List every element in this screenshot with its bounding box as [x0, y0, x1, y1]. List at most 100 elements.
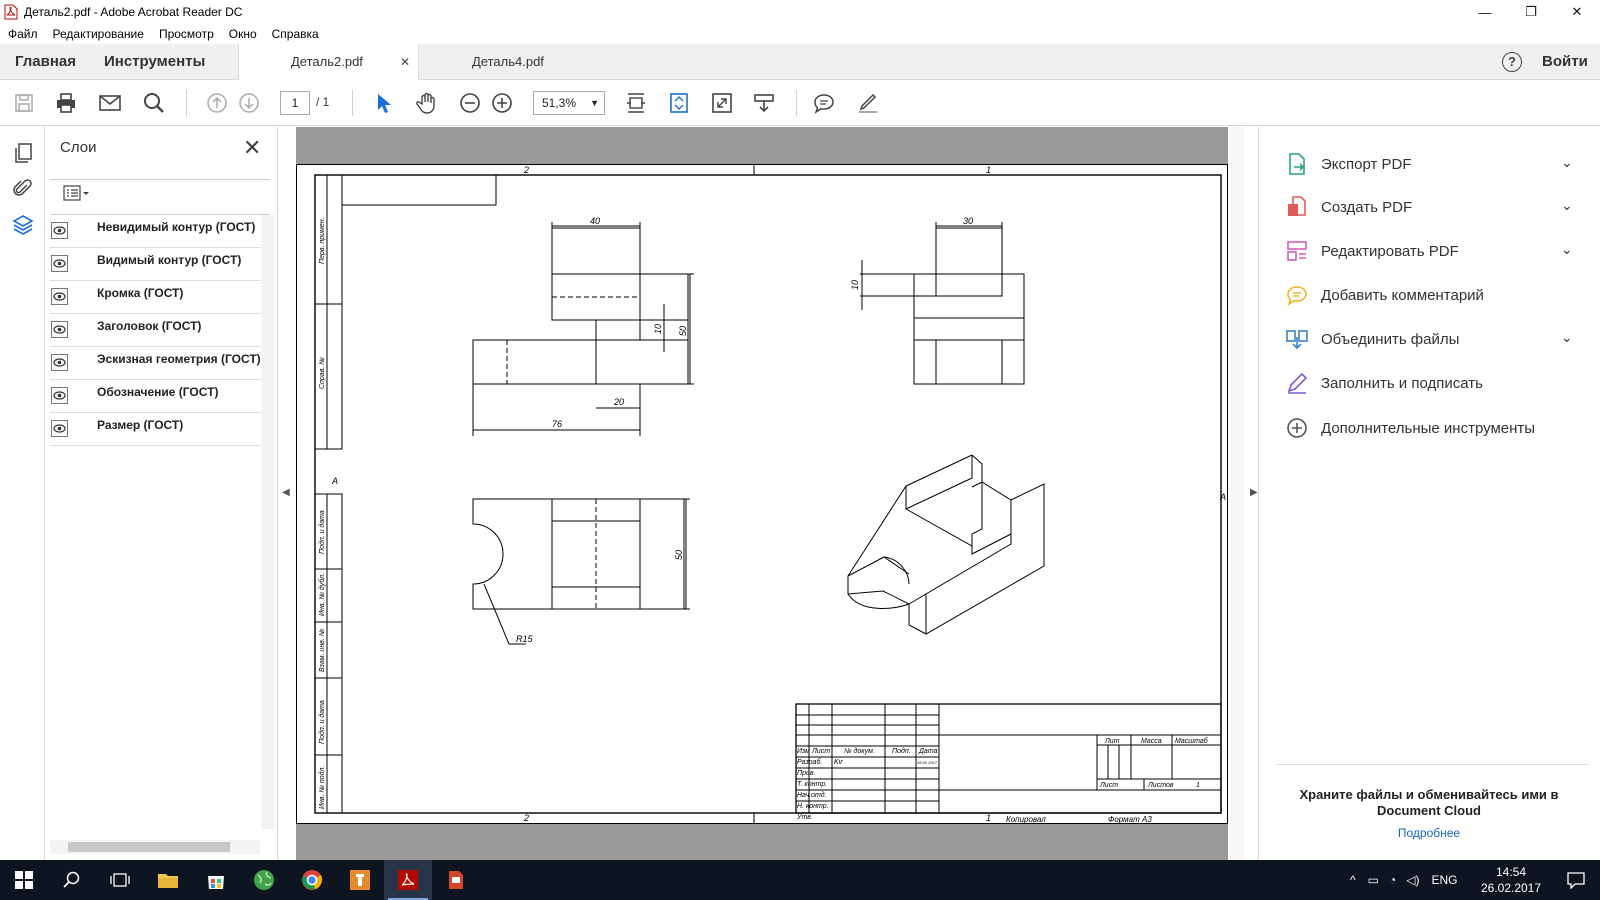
restore-button[interactable]: ❐: [1508, 0, 1554, 24]
zoom-out-icon[interactable]: [458, 91, 482, 115]
nav-tools[interactable]: Инструменты: [104, 44, 205, 80]
zoom-in-icon[interactable]: [490, 91, 514, 115]
document-vertical-scrollbar[interactable]: [1230, 127, 1244, 860]
nav-home[interactable]: Главная: [15, 44, 76, 80]
doc-tab-active[interactable]: Деталь2.pdf ✕: [238, 44, 419, 81]
full-screen-icon[interactable]: [710, 91, 734, 115]
title-block-header: Лист: [811, 748, 830, 755]
layer-item[interactable]: Размер (ГОСТ): [50, 413, 261, 446]
page-number-input[interactable]: 1: [280, 91, 310, 115]
eye-icon[interactable]: [51, 255, 68, 272]
file-explorer-icon[interactable]: [144, 860, 192, 900]
globe-icon[interactable]: [240, 860, 288, 900]
chevron-up-icon[interactable]: ^: [1350, 873, 1356, 887]
layers-icon[interactable]: [11, 213, 35, 237]
collapse-left-pane-icon[interactable]: ◀: [282, 487, 290, 498]
next-page-icon[interactable]: [237, 91, 261, 115]
read-mode-icon[interactable]: [752, 91, 776, 115]
language-indicator[interactable]: ENG: [1431, 873, 1457, 887]
eye-icon[interactable]: [51, 387, 68, 404]
scroll-mode-icon[interactable]: [624, 91, 648, 115]
kompas-icon[interactable]: [336, 860, 384, 900]
close-icon[interactable]: ✕: [243, 135, 261, 161]
layer-name: Кромка (ГОСТ): [97, 286, 184, 300]
collapse-right-pane-icon[interactable]: ▶: [1250, 487, 1258, 498]
windows-start-icon[interactable]: [0, 860, 48, 900]
acrobat-reader-icon[interactable]: [384, 860, 432, 900]
layer-options-icon[interactable]: [63, 183, 93, 203]
close-tab-icon[interactable]: ✕: [400, 44, 410, 80]
search-icon[interactable]: [48, 860, 96, 900]
tool-more-tools[interactable]: Дополнительные инструменты: [1259, 408, 1600, 448]
save-icon[interactable]: [12, 91, 36, 115]
menu-help[interactable]: Справка: [272, 27, 319, 41]
attachments-icon[interactable]: [11, 177, 35, 201]
layer-name: Невидимый контур (ГОСТ): [97, 220, 256, 234]
zone-label: А: [1219, 492, 1226, 502]
dimension-label: R15: [516, 634, 534, 644]
layer-item[interactable]: Эскизная геометрия (ГОСТ): [50, 347, 261, 380]
toolbar: 1 / 1 51,3% ▼: [0, 80, 1600, 126]
highlight-pen-icon[interactable]: [856, 91, 880, 115]
tool-create-pdf[interactable]: Создать PDF ⌄: [1259, 187, 1600, 227]
fit-page-icon[interactable]: [667, 91, 691, 115]
minimize-button[interactable]: —: [1462, 0, 1508, 24]
chevron-down-icon[interactable]: ⌄: [1561, 154, 1573, 171]
battery-icon[interactable]: ▭: [1368, 873, 1379, 887]
chrome-icon[interactable]: [288, 860, 336, 900]
tray-icons[interactable]: ^ ▭ ◔ ◁) ENG: [1350, 860, 1457, 900]
taskbar-clock[interactable]: 14:54 26.02.2017: [1476, 864, 1546, 896]
layer-item[interactable]: Невидимый контур (ГОСТ): [50, 215, 261, 248]
chevron-down-icon[interactable]: ⌄: [1561, 197, 1573, 214]
copied-label: Копировал: [1006, 815, 1046, 824]
hand-tool-icon[interactable]: [415, 91, 439, 115]
tool-combine-files[interactable]: Объединить файлы ⌄: [1259, 319, 1600, 359]
previous-page-icon[interactable]: [205, 91, 229, 115]
search-icon[interactable]: [142, 91, 166, 115]
layer-list: Невидимый контур (ГОСТ) Видимый контур (…: [50, 215, 261, 446]
store-icon[interactable]: [192, 860, 240, 900]
chevron-down-icon[interactable]: ⌄: [1561, 329, 1573, 346]
zone-label: 2: [523, 813, 529, 823]
help-icon[interactable]: ?: [1502, 52, 1522, 72]
task-view-icon[interactable]: [96, 860, 144, 900]
presentation-app-icon[interactable]: [432, 860, 480, 900]
side-column-label: Справ. №: [319, 357, 326, 389]
print-icon[interactable]: [54, 91, 78, 115]
title-block-header: Дата: [918, 748, 938, 755]
page-thumbnails-icon[interactable]: [11, 141, 35, 165]
menu-file[interactable]: Файл: [8, 27, 38, 41]
tool-fill-sign[interactable]: Заполнить и подписать: [1259, 363, 1600, 403]
eye-icon[interactable]: [51, 321, 68, 338]
tool-edit-pdf[interactable]: Редактировать PDF ⌄: [1259, 231, 1600, 271]
eye-icon[interactable]: [51, 420, 68, 437]
comment-icon[interactable]: [812, 91, 836, 115]
eye-icon[interactable]: [51, 288, 68, 305]
email-icon[interactable]: [98, 91, 122, 115]
learn-more-link[interactable]: Подробнее: [1279, 826, 1579, 840]
zoom-dropdown[interactable]: 51,3% ▼: [533, 91, 605, 115]
chevron-down-icon[interactable]: ⌄: [1561, 241, 1573, 258]
sign-in-link[interactable]: Войти: [1542, 44, 1588, 80]
menu-view[interactable]: Просмотр: [159, 27, 214, 41]
menu-window[interactable]: Окно: [229, 27, 257, 41]
tool-add-comment[interactable]: Добавить комментарий: [1259, 275, 1600, 315]
wifi-icon[interactable]: ◔: [1389, 873, 1396, 887]
eye-icon[interactable]: [51, 354, 68, 371]
eye-icon[interactable]: [51, 222, 68, 239]
volume-icon[interactable]: ◁): [1406, 873, 1419, 887]
layer-item[interactable]: Обозначение (ГОСТ): [50, 380, 261, 413]
menu-edit[interactable]: Редактирование: [53, 27, 144, 41]
close-window-button[interactable]: ✕: [1554, 0, 1600, 24]
layers-horizontal-scrollbar[interactable]: [50, 840, 260, 854]
layer-item[interactable]: Кромка (ГОСТ): [50, 281, 261, 314]
sheets-label: Листов: [1147, 782, 1174, 789]
select-arrow-icon[interactable]: [372, 91, 396, 115]
notifications-icon[interactable]: [1552, 860, 1600, 900]
layer-item[interactable]: Заголовок (ГОСТ): [50, 314, 261, 347]
layer-item[interactable]: Видимый контур (ГОСТ): [50, 248, 261, 281]
tool-export-pdf[interactable]: Экспорт PDF ⌄: [1259, 144, 1600, 184]
title-block-row: Утв.: [796, 814, 813, 821]
doc-tab[interactable]: Деталь4.pdf: [420, 44, 600, 80]
layers-vertical-scrollbar[interactable]: [261, 215, 275, 829]
